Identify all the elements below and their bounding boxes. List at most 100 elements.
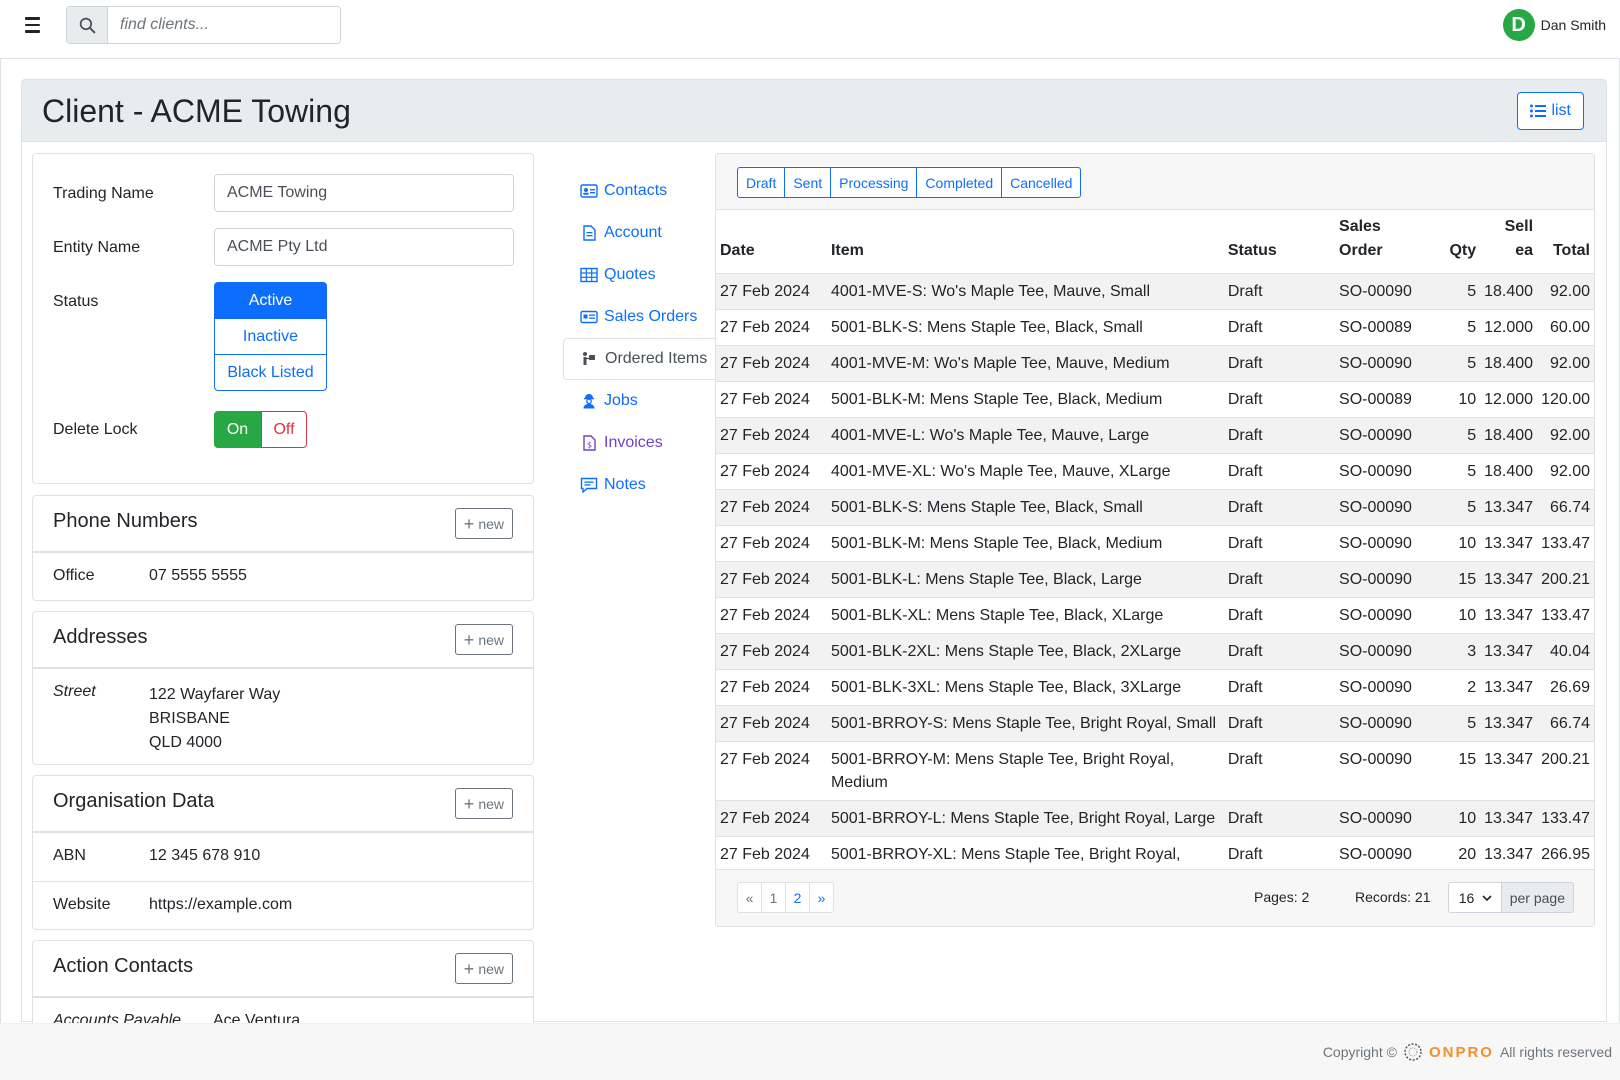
status-radio-group: Active Inactive Black Listed: [214, 282, 327, 391]
cell-total: 92.00: [1537, 417, 1594, 454]
nav-account[interactable]: Account: [563, 212, 715, 254]
filter-completed[interactable]: Completed: [916, 167, 1003, 198]
action-contact-row: Accounts Payable Ace Ventura: [33, 997, 533, 1023]
nav-quotes-label: Quotes: [604, 266, 656, 283]
table-row[interactable]: 27 Feb 2024 5001-BLK-M: Mens Staple Tee, …: [716, 525, 1594, 562]
search-button[interactable]: [67, 7, 108, 43]
filter-processing[interactable]: Processing: [830, 167, 918, 198]
trading-name-label: Trading Name: [53, 185, 154, 202]
address-row: Street 122 Wayfarer Way BRISBANE QLD 400…: [33, 668, 533, 764]
cell-total: 60.00: [1537, 309, 1594, 346]
cell-sell-ea: 13.347: [1480, 597, 1538, 634]
nav-quotes[interactable]: Quotes: [563, 254, 715, 296]
action-contacts-header: Action Contacts + new: [33, 941, 533, 997]
new-action-contact-button[interactable]: + new: [454, 953, 513, 984]
cell-total: 66.74: [1537, 705, 1594, 742]
table-row[interactable]: 27 Feb 2024 5001-BLK-3XL: Mens Staple Tee…: [716, 669, 1594, 706]
plus-icon: +: [463, 513, 475, 534]
action-contacts-card: Action Contacts + new Accounts Payable Ac…: [32, 940, 534, 1023]
nav-sales-orders[interactable]: Sales Orders: [563, 296, 715, 338]
new-organisation-label: new: [478, 795, 504, 812]
user-menu[interactable]: D Dan Smith: [1502, 9, 1606, 41]
new-address-label: new: [478, 631, 504, 648]
delete-lock-off-button[interactable]: Off: [261, 411, 307, 448]
cell-item: 5001-BLK-3XL: Mens Staple Tee, Black, 3X…: [826, 669, 1224, 706]
nav-account-label: Account: [604, 224, 662, 241]
col-item[interactable]: Item: [826, 210, 1224, 274]
table-row[interactable]: 27 Feb 2024 5001-BRROY-M: Mens Staple Tee…: [716, 741, 1594, 801]
next-page-button[interactable]: »: [809, 882, 834, 913]
filter-cancelled[interactable]: Cancelled: [1001, 167, 1082, 198]
address-line-2: BRISBANE: [149, 710, 230, 727]
col-status[interactable]: Status: [1223, 210, 1336, 274]
page-1-button[interactable]: 1: [761, 882, 786, 913]
filter-draft[interactable]: Draft: [737, 167, 786, 198]
website-value[interactable]: https://example.com: [149, 896, 292, 914]
col-qty[interactable]: Qty: [1430, 210, 1481, 274]
website-row: Website https://example.com: [33, 881, 533, 929]
nav-jobs[interactable]: Jobs: [563, 380, 715, 422]
delete-lock-on-button[interactable]: On: [214, 411, 261, 448]
search-input[interactable]: [108, 7, 340, 43]
phone-numbers-card: Phone Numbers + new Office 07 5555 5555: [32, 495, 534, 601]
cell-qty: 5: [1430, 489, 1481, 526]
cell-sales-order: SO-00090: [1335, 800, 1431, 837]
list-icon: [1530, 104, 1547, 118]
table-row[interactable]: 27 Feb 2024 5001-BLK-2XL: Mens Staple Tee…: [716, 633, 1594, 670]
page-2-button[interactable]: 2: [785, 882, 810, 913]
table-row[interactable]: 27 Feb 2024 5001-BLK-M: Mens Staple Tee, …: [716, 381, 1594, 418]
cell-total: 66.74: [1537, 489, 1594, 526]
table-row[interactable]: 27 Feb 2024 5001-BRROY-L: Mens Staple Tee…: [716, 800, 1594, 837]
col-date[interactable]: Date: [716, 210, 827, 274]
website-label: Website: [53, 896, 111, 913]
cell-sales-order: SO-00090: [1335, 453, 1431, 490]
new-address-button[interactable]: + new: [454, 624, 513, 655]
plus-icon: +: [463, 629, 475, 650]
prev-page-button[interactable]: «: [737, 882, 762, 913]
abn-value: 12 345 678 910: [149, 847, 261, 864]
nav-ordered-items[interactable]: Ordered Items: [563, 338, 715, 380]
table-row[interactable]: 27 Feb 2024 5001-BLK-XL: Mens Staple Tee,…: [716, 597, 1594, 634]
ordered-items-body: 27 Feb 2024 4001-MVE-S: Wo's Maple Tee, M…: [716, 273, 1594, 895]
col-sell-ea[interactable]: Sell ea: [1480, 210, 1538, 274]
table-row[interactable]: 27 Feb 2024 5001-BRROY-S: Mens Staple Tee…: [716, 705, 1594, 742]
status-option-black-listed[interactable]: Black Listed: [214, 354, 327, 391]
cell-qty: 5: [1430, 417, 1481, 454]
per-page-value: 16: [1458, 889, 1475, 906]
organisation-header: Organisation Data + new: [33, 776, 533, 832]
cell-qty: 5: [1430, 309, 1481, 346]
filter-sent[interactable]: Sent: [784, 167, 832, 198]
entity-name-field[interactable]: ACME Pty Ltd: [214, 228, 514, 266]
trading-name-field[interactable]: ACME Towing: [214, 174, 514, 212]
per-page-select[interactable]: 16: [1447, 882, 1502, 913]
table-row[interactable]: 27 Feb 2024 4001-MVE-M: Wo's Maple Tee, M…: [716, 345, 1594, 382]
nav-invoices[interactable]: $ Invoices: [563, 422, 715, 464]
table-row[interactable]: 27 Feb 2024 5001-BLK-L: Mens Staple Tee, …: [716, 561, 1594, 598]
search-icon: [79, 17, 95, 33]
status-option-inactive[interactable]: Inactive: [214, 318, 327, 355]
table-row[interactable]: 27 Feb 2024 5001-BLK-S: Mens Staple Tee, …: [716, 309, 1594, 346]
list-button[interactable]: list: [1517, 92, 1584, 130]
nav-notes[interactable]: Notes: [563, 464, 715, 506]
cell-status: Draft: [1223, 489, 1336, 526]
cell-sales-order: SO-00090: [1335, 705, 1431, 742]
cell-sell-ea: 18.400: [1480, 273, 1538, 310]
ordered-items-panel: Draft Sent Processing Completed Cancelle…: [715, 153, 1595, 927]
brand-name: ONPRO: [1428, 1043, 1494, 1061]
col-sales-order[interactable]: Sales Order: [1335, 210, 1431, 274]
status-option-active[interactable]: Active: [214, 282, 327, 319]
table-row[interactable]: 27 Feb 2024 4001-MVE-S: Wo's Maple Tee, M…: [716, 273, 1594, 310]
cell-status: Draft: [1223, 309, 1336, 346]
cell-sell-ea: 12.000: [1480, 309, 1538, 346]
ordered-items-icon: [583, 352, 595, 365]
new-organisation-button[interactable]: + new: [454, 788, 513, 819]
page-title: Client - ACME Towing: [42, 93, 351, 129]
table-row[interactable]: 27 Feb 2024 4001-MVE-L: Wo's Maple Tee, M…: [716, 417, 1594, 454]
table-row[interactable]: 27 Feb 2024 4001-MVE-XL: Wo's Maple Tee, …: [716, 453, 1594, 490]
col-total[interactable]: Total: [1537, 210, 1594, 274]
hamburger-menu-icon[interactable]: [22, 14, 44, 36]
table-row[interactable]: 27 Feb 2024 5001-BLK-S: Mens Staple Tee, …: [716, 489, 1594, 526]
new-phone-button[interactable]: + new: [454, 508, 513, 539]
nav-contacts[interactable]: Contacts: [563, 170, 715, 212]
records-count: Records: 21: [1355, 889, 1431, 905]
